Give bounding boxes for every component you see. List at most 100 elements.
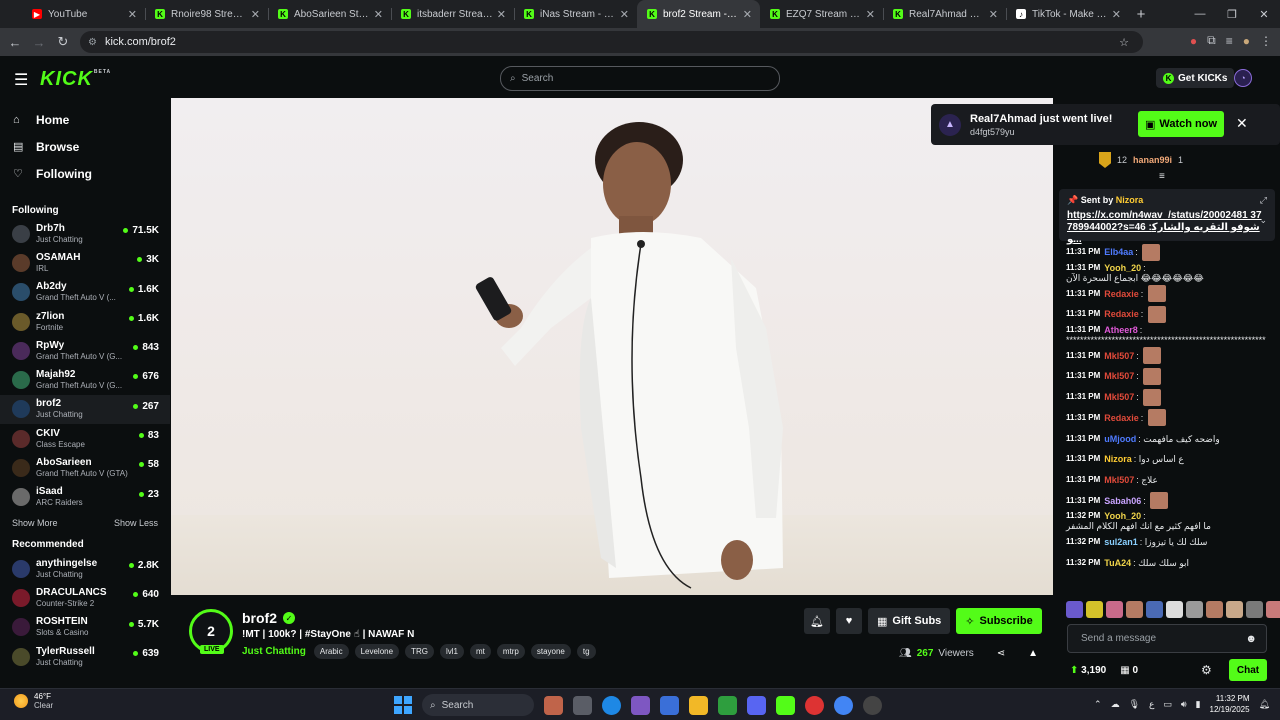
menu-icon[interactable]: ⋮ bbox=[1260, 34, 1272, 48]
taskbar-search[interactable]: ⌕ Search bbox=[422, 694, 534, 716]
notifications-icon[interactable]: 🔔︎ bbox=[1259, 699, 1270, 710]
user-avatar[interactable]: ◔ bbox=[1234, 69, 1252, 87]
edge-icon[interactable] bbox=[602, 695, 621, 715]
channel-item[interactable]: CKIV Class Escape 83 bbox=[0, 424, 170, 453]
follow-heart-icon[interactable]: ♥ bbox=[836, 608, 862, 634]
emoji-icon[interactable]: ☻ bbox=[1245, 633, 1257, 645]
browser-tab[interactable]: KiNas Stream - Watch ✕ bbox=[514, 0, 637, 28]
close-tab-icon[interactable]: ✕ bbox=[374, 8, 383, 21]
cloud-icon[interactable]: ☁ bbox=[1111, 699, 1120, 710]
browser-tab[interactable]: K AboSarieen Stream - ✕ bbox=[268, 0, 391, 28]
video-player[interactable] bbox=[171, 98, 1053, 595]
clock[interactable]: 11:32 PM 12/19/2025 bbox=[1210, 693, 1250, 715]
copilot-icon[interactable] bbox=[631, 695, 650, 715]
watch-now-button[interactable]: ▣ Watch now bbox=[1138, 111, 1224, 137]
windows-start-icon[interactable] bbox=[394, 696, 412, 714]
show-less-button[interactable]: Show Less bbox=[114, 518, 158, 528]
stream-tag[interactable]: Levelone bbox=[354, 644, 400, 659]
message-user[interactable]: Mkl507 bbox=[1104, 475, 1134, 485]
close-tab-icon[interactable]: ✕ bbox=[128, 8, 137, 21]
show-more-button[interactable]: Show More bbox=[12, 518, 58, 528]
emote-icon[interactable] bbox=[1266, 601, 1280, 618]
message-user[interactable]: sul2an1 bbox=[1104, 537, 1138, 547]
browser-tab[interactable]: ▶ YouTube ✕ bbox=[22, 0, 145, 28]
chat-message-input[interactable]: Send a message ☻ bbox=[1067, 624, 1267, 653]
stream-tag[interactable]: mtrp bbox=[496, 644, 525, 659]
gift-subs-button[interactable]: ▦ Gift Subs bbox=[868, 608, 951, 634]
new-tab-button[interactable]: + bbox=[1129, 0, 1153, 28]
nav-home[interactable]: ⌂ Home bbox=[0, 106, 170, 133]
subscribe-button[interactable]: ✧ Subscribe bbox=[956, 608, 1042, 634]
emote-icon[interactable] bbox=[1206, 601, 1223, 618]
message-user[interactable]: Redaxie bbox=[1104, 309, 1139, 319]
emote-icon[interactable] bbox=[1186, 601, 1203, 618]
message-user[interactable]: Mkl507 bbox=[1104, 371, 1134, 381]
points-display[interactable]: ⬆ 3,190 bbox=[1070, 665, 1106, 676]
gifter-name[interactable]: hanan99i bbox=[1133, 155, 1172, 165]
message-user[interactable]: Yooh_20 bbox=[1104, 263, 1141, 273]
message-user[interactable]: Redaxie bbox=[1104, 289, 1139, 299]
channel-item[interactable]: Majah92 Grand Theft Auto V (G... 676 bbox=[0, 365, 170, 394]
nav-browse[interactable]: ▤ Browse bbox=[0, 133, 170, 160]
browser-tab[interactable]: K EZQ7 Stream - Watc ✕ bbox=[760, 0, 883, 28]
stream-tag[interactable]: TRG bbox=[405, 644, 434, 659]
reload-icon[interactable]: ↻ bbox=[51, 34, 75, 50]
widgets-app-icon[interactable] bbox=[544, 695, 563, 715]
emote-icon[interactable] bbox=[1066, 601, 1083, 618]
kick-logo[interactable]: KICKBETA bbox=[40, 68, 111, 91]
channel-item[interactable]: OSAMAH IRL 3K bbox=[0, 248, 170, 277]
chat-send-button[interactable]: Chat bbox=[1229, 659, 1267, 681]
site-info-icon[interactable]: ⚙ bbox=[88, 37, 97, 48]
emote-icon[interactable] bbox=[1106, 601, 1123, 618]
close-tab-icon[interactable]: ✕ bbox=[497, 8, 506, 21]
channel-item[interactable]: brof2 Just Chatting 267 bbox=[0, 394, 170, 425]
emote-icon[interactable] bbox=[1246, 601, 1263, 618]
expand-gifters-icon[interactable]: ≡ bbox=[1159, 171, 1165, 182]
message-user[interactable]: TuA24 bbox=[1104, 558, 1131, 568]
bell-icon[interactable]: 🔔︎ bbox=[804, 608, 830, 634]
profile-icon[interactable]: ● bbox=[1243, 34, 1250, 48]
maximize-icon[interactable]: ❐ bbox=[1216, 0, 1248, 28]
message-user[interactable]: Mkl507 bbox=[1104, 392, 1134, 402]
search-input[interactable]: ⌕ Search bbox=[500, 66, 780, 91]
close-tab-icon[interactable]: ✕ bbox=[1112, 8, 1121, 21]
emote-icon[interactable] bbox=[1126, 601, 1143, 618]
store-icon[interactable] bbox=[660, 695, 679, 715]
pinned-by-user[interactable]: Nizora bbox=[1116, 195, 1144, 205]
unpin-icon[interactable]: ⤢ bbox=[1260, 195, 1267, 206]
message-user[interactable]: Atheer8 bbox=[1104, 325, 1138, 335]
nav-following[interactable]: ♡ Following bbox=[0, 160, 170, 187]
stream-category[interactable]: Just Chatting bbox=[242, 646, 306, 657]
language-icon[interactable]: ع bbox=[1149, 699, 1154, 710]
message-user[interactable]: Nizora bbox=[1104, 454, 1132, 464]
message-user[interactable]: Redaxie bbox=[1104, 413, 1139, 423]
close-notification-icon[interactable]: ✕ bbox=[1236, 115, 1248, 132]
chevron-down-icon[interactable]: ⌄ bbox=[1259, 215, 1267, 226]
channel-item[interactable]: TylerRussell Just Chatting 639 bbox=[0, 642, 170, 671]
channel-item[interactable]: Drb7h Just Chatting 71.5K bbox=[0, 219, 170, 248]
close-tab-icon[interactable]: ✕ bbox=[989, 8, 998, 21]
mic-icon[interactable]: 🎙︎ bbox=[1129, 699, 1140, 710]
report-icon[interactable]: ▲ bbox=[1028, 648, 1038, 659]
message-user[interactable]: Mkl507 bbox=[1104, 351, 1134, 361]
media-icon[interactable]: ≡ bbox=[1226, 34, 1233, 48]
message-user[interactable]: uMjood bbox=[1104, 434, 1136, 444]
emote-icon[interactable] bbox=[1146, 601, 1163, 618]
extension-icon[interactable]: ● bbox=[1190, 34, 1197, 48]
forward-icon[interactable]: → bbox=[27, 35, 51, 50]
channel-item[interactable]: iSaad ARC Raiders 23 bbox=[0, 483, 170, 512]
message-user[interactable]: Elb4aa bbox=[1104, 247, 1133, 257]
channel-item[interactable]: Ab2dy Grand Theft Auto V (... 1.6K bbox=[0, 278, 170, 307]
hamburger-menu-icon[interactable]: ☰ bbox=[14, 70, 28, 90]
extensions-puzzle-icon[interactable]: ⧉ bbox=[1207, 33, 1216, 48]
get-kicks-button[interactable]: K Get KICKs bbox=[1156, 68, 1235, 88]
network-icon[interactable]: ▭ bbox=[1163, 699, 1172, 710]
message-user[interactable]: Yooh_20 bbox=[1104, 511, 1141, 521]
stream-tag[interactable]: tg bbox=[576, 644, 596, 659]
share-icon[interactable]: ⋖ bbox=[997, 648, 1005, 659]
close-tab-icon[interactable]: ✕ bbox=[743, 8, 752, 21]
channel-item[interactable]: RpWy Grand Theft Auto V (G... 843 bbox=[0, 336, 170, 365]
url-field[interactable]: ⚙ kick.com/brof2 ☆ bbox=[80, 31, 1143, 53]
emote-icon[interactable] bbox=[1086, 601, 1103, 618]
channel-item[interactable]: DRACULANCS Counter-Strike 2 640 bbox=[0, 583, 170, 612]
